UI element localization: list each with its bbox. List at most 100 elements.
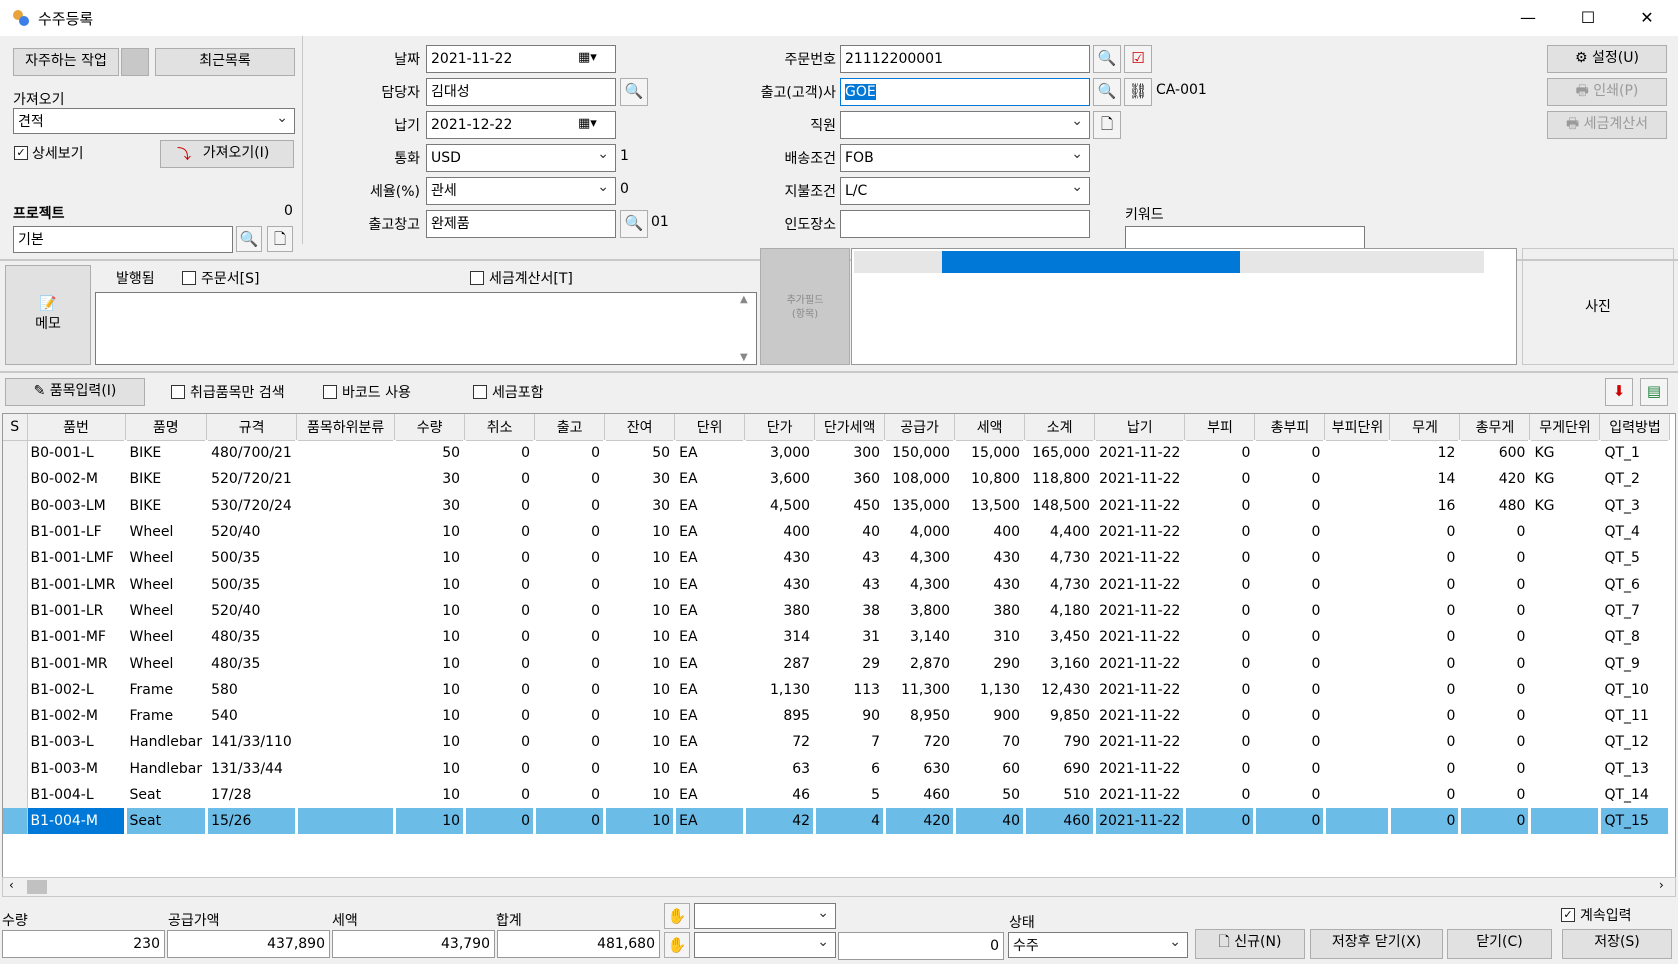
- project-search-icon[interactable]: 🔍: [236, 226, 262, 252]
- column-header[interactable]: 부피: [1184, 414, 1256, 441]
- column-header[interactable]: 납기: [1094, 414, 1186, 441]
- table-cell[interactable]: 0: [1459, 624, 1532, 651]
- table-cell[interactable]: 0: [1184, 466, 1257, 493]
- table-cell[interactable]: Wheel: [125, 650, 209, 677]
- table-cell[interactable]: Seat: [125, 781, 209, 809]
- table-cell[interactable]: [1324, 676, 1392, 703]
- table-cell[interactable]: 0: [534, 755, 607, 782]
- table-cell[interactable]: 3,000: [744, 440, 817, 467]
- table-cell[interactable]: 40: [814, 518, 887, 546]
- column-header[interactable]: 총무게: [1459, 414, 1531, 441]
- table-cell[interactable]: 0: [1184, 545, 1257, 572]
- table-cell[interactable]: 70: [954, 729, 1027, 756]
- table-cell[interactable]: 0: [534, 650, 607, 677]
- table-cell[interactable]: Wheel: [125, 624, 209, 651]
- table-cell[interactable]: B1-004-L: [27, 781, 127, 809]
- table-cell[interactable]: 148,500: [1024, 492, 1097, 519]
- table-cell[interactable]: 287: [744, 650, 817, 677]
- table-cell[interactable]: 480/35: [206, 650, 299, 677]
- table-cell[interactable]: 2021-11-22: [1094, 702, 1187, 730]
- table-cell[interactable]: 0: [1459, 597, 1532, 625]
- table-cell[interactable]: 2021-11-22: [1094, 676, 1187, 703]
- table-cell[interactable]: Handlebar: [125, 729, 209, 756]
- table-cell[interactable]: 310: [954, 624, 1027, 651]
- customer-input[interactable]: GOE: [840, 78, 1090, 106]
- table-cell[interactable]: EA: [674, 676, 747, 703]
- staff-document-icon[interactable]: 🗋: [1093, 111, 1121, 139]
- table-cell[interactable]: 10: [394, 729, 467, 756]
- table-cell[interactable]: 4,400: [1024, 518, 1097, 546]
- table-cell[interactable]: 0: [1389, 755, 1462, 782]
- table-cell[interactable]: 10: [604, 597, 677, 625]
- due-calendar-icon[interactable]: ▦▾: [578, 116, 597, 131]
- table-cell[interactable]: Wheel: [125, 518, 209, 546]
- column-header[interactable]: 부피단위: [1324, 414, 1391, 441]
- table-cell[interactable]: 0: [1184, 676, 1257, 703]
- table-cell[interactable]: 10: [604, 545, 677, 572]
- table-cell[interactable]: 15/26: [206, 808, 299, 835]
- table-cell[interactable]: [1529, 518, 1602, 546]
- table-cell[interactable]: [3, 650, 28, 677]
- table-cell[interactable]: 10: [394, 808, 467, 835]
- table-cell[interactable]: 0: [1184, 571, 1257, 598]
- table-cell[interactable]: 0: [1254, 729, 1327, 756]
- extra-field-button[interactable]: 추가필드 (항목): [760, 248, 850, 365]
- column-header[interactable]: 무게: [1389, 414, 1461, 441]
- table-cell[interactable]: 500/35: [206, 545, 299, 572]
- table-cell[interactable]: [3, 702, 28, 730]
- table-cell[interactable]: 0: [534, 702, 607, 730]
- table-cell[interactable]: 43: [814, 545, 887, 572]
- table-cell[interactable]: 400: [954, 518, 1027, 546]
- table-cell[interactable]: 0: [464, 729, 537, 756]
- table-cell[interactable]: 3,140: [884, 624, 957, 651]
- table-cell[interactable]: 0: [1459, 808, 1532, 835]
- table-cell[interactable]: 0: [464, 781, 537, 809]
- table-cell[interactable]: 630: [884, 755, 957, 782]
- table-cell[interactable]: 10: [394, 650, 467, 677]
- table-cell[interactable]: 4,180: [1024, 597, 1097, 625]
- table-cell[interactable]: [1324, 518, 1392, 546]
- table-cell[interactable]: 0: [464, 518, 537, 546]
- table-cell[interactable]: 14: [1389, 466, 1462, 493]
- table-cell[interactable]: 46: [744, 781, 817, 809]
- column-header[interactable]: 공급가: [884, 414, 956, 441]
- table-row[interactable]: B1-003-M Handlebar 131/33/44 10 0 0 10 EA 63 6 630…: [3, 755, 1672, 782]
- table-cell[interactable]: 0: [1184, 624, 1257, 651]
- table-row[interactable]: B1-001-MF Wheel 480/35 10 0 0 10 EA 314 31 3,140 31…: [3, 624, 1672, 651]
- table-cell[interactable]: 0: [464, 440, 537, 467]
- table-cell[interactable]: 4,300: [884, 545, 957, 572]
- table-cell[interactable]: 7: [814, 729, 887, 756]
- warehouse-search-icon[interactable]: 🔍: [620, 210, 648, 238]
- table-cell[interactable]: EA: [674, 440, 747, 467]
- table-cell[interactable]: 10: [394, 755, 467, 782]
- column-header[interactable]: 소계: [1024, 414, 1096, 441]
- scroll-left-icon[interactable]: ‹: [9, 878, 14, 892]
- column-header[interactable]: 단가: [744, 414, 816, 441]
- table-cell[interactable]: [296, 781, 397, 809]
- table-cell[interactable]: 2021-11-22: [1094, 597, 1187, 625]
- table-cell[interactable]: 0: [1459, 518, 1532, 546]
- table-cell[interactable]: 0: [1184, 702, 1257, 730]
- table-cell[interactable]: BIKE: [125, 466, 209, 493]
- table-cell[interactable]: 131/33/44: [206, 755, 299, 782]
- column-header[interactable]: S: [3, 414, 28, 441]
- table-cell[interactable]: 38: [814, 597, 887, 625]
- table-cell[interactable]: EA: [674, 466, 747, 493]
- table-cell[interactable]: 4,730: [1024, 545, 1097, 572]
- table-cell[interactable]: 0: [1254, 808, 1327, 835]
- table-cell[interactable]: 50: [604, 440, 677, 467]
- table-cell[interactable]: 4,500: [744, 492, 817, 519]
- table-cell[interactable]: 480/700/21: [206, 440, 299, 467]
- table-cell[interactable]: 0: [1254, 545, 1327, 572]
- table-cell[interactable]: 10: [394, 571, 467, 598]
- tax-rate-select[interactable]: 관세: [426, 177, 616, 205]
- footer-extra-value[interactable]: 0: [838, 932, 1004, 960]
- table-cell[interactable]: 420: [1459, 466, 1532, 493]
- table-cell[interactable]: 0: [1254, 781, 1327, 809]
- table-cell[interactable]: 4,300: [884, 571, 957, 598]
- table-cell[interactable]: 0: [1389, 545, 1462, 572]
- table-cell[interactable]: 2021-11-22: [1094, 781, 1187, 809]
- table-cell[interactable]: [3, 755, 28, 782]
- table-cell[interactable]: 2021-11-22: [1094, 466, 1187, 493]
- table-cell[interactable]: 10: [394, 624, 467, 651]
